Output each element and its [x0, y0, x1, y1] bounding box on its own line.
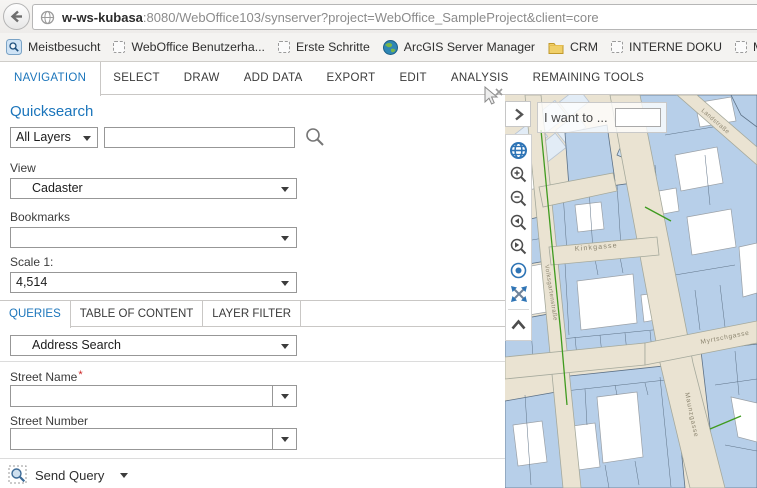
ribbon-tab-draw[interactable]: DRAW: [172, 62, 232, 95]
i-want-to-label: I want to ...: [544, 110, 608, 125]
divider: [508, 309, 529, 310]
ribbon-tabbar: NAVIGATION SELECT DRAW ADD DATA EXPORT E…: [0, 62, 757, 95]
mouse-cursor: [483, 86, 505, 108]
full-extent-icon: [509, 284, 529, 304]
url-path: :8080/WebOffice103/synserver?project=Web…: [143, 10, 599, 25]
previous-extent-button[interactable]: [506, 210, 531, 234]
placeholder-favicon: [611, 41, 623, 53]
panel-tab-queries[interactable]: QUERIES: [0, 301, 71, 328]
send-query-icon: [8, 465, 28, 485]
navigation-panel: Quicksearch All Layers View Cadaster Boo…: [0, 95, 505, 488]
chevron-up-icon: [510, 318, 527, 332]
bookmarks-bar: Meistbesucht WebOffice Benutzerha... Ers…: [0, 33, 757, 62]
street-name-combo: [10, 385, 297, 407]
view-label: View: [10, 161, 36, 175]
next-extent-button[interactable]: [506, 234, 531, 258]
bookmark-arcgis-server-manager[interactable]: ArcGIS Server Manager: [383, 40, 535, 55]
zoom-out-button[interactable]: [506, 186, 531, 210]
url-host: w-ws-kubasa: [62, 10, 143, 25]
toolbar-expand-button[interactable]: [506, 313, 531, 337]
overview-button[interactable]: [506, 138, 531, 162]
panel-tab-layer-filter[interactable]: LAYER FILTER: [203, 301, 301, 327]
url-bar[interactable]: w-ws-kubasa:8080/WebOffice103/synserver?…: [32, 4, 757, 30]
full-extent-button[interactable]: [506, 282, 531, 306]
required-asterisk: *: [78, 369, 82, 381]
most-visited-icon: [6, 39, 22, 55]
collapse-panel-button[interactable]: [505, 101, 531, 127]
bookmark-weboffice-help[interactable]: WebOffice Benutzerha...: [113, 40, 265, 54]
divider: [0, 458, 505, 459]
street-name-dropdown-button[interactable]: [272, 386, 296, 406]
zoom-in-icon: [509, 165, 528, 184]
browser-chrome: w-ws-kubasa:8080/WebOffice103/synserver?…: [0, 0, 757, 33]
street-number-label: Street Number: [10, 414, 88, 428]
chevron-down-icon: [281, 437, 289, 442]
arcgis-globe-icon: [383, 40, 398, 55]
bookmark-most-visited[interactable]: Meistbesucht: [6, 39, 100, 55]
quicksearch-layer-select[interactable]: All Layers: [10, 127, 98, 148]
bookmark-mantis[interactable]: Mantis: [735, 40, 757, 54]
ribbon-tab-export[interactable]: EXPORT: [315, 62, 388, 95]
focus-point-button[interactable]: [506, 258, 531, 282]
query-type-select[interactable]: Address Search: [10, 335, 297, 356]
quicksearch-title: Quicksearch: [10, 103, 93, 120]
street-name-label: Street Name*: [10, 369, 83, 384]
scale-label: Scale 1:: [10, 255, 53, 269]
i-want-to-input[interactable]: [615, 108, 661, 127]
map-viewport: Kinkgasse Myrtschgasse Volksgartenstraße…: [505, 95, 757, 488]
chevron-down-icon: [281, 344, 289, 349]
zoom-in-button[interactable]: [506, 162, 531, 186]
chevron-down-icon: [281, 187, 289, 192]
back-arrow-icon: [8, 8, 25, 25]
street-number-input[interactable]: [11, 429, 272, 449]
chevron-right-icon: [511, 107, 526, 122]
i-want-to-panel: I want to ...: [537, 102, 667, 133]
back-button[interactable]: [3, 3, 30, 30]
view-select[interactable]: Cadaster: [10, 178, 297, 199]
panel-tab-table-of-content[interactable]: TABLE OF CONTENT: [71, 301, 204, 327]
previous-extent-icon: [509, 213, 528, 232]
bookmark-erste-schritte[interactable]: Erste Schritte: [278, 40, 370, 54]
divider: [0, 361, 505, 362]
chevron-down-icon: [120, 473, 128, 478]
bookmark-interne-doku[interactable]: INTERNE DOKU: [611, 40, 722, 54]
map-toolbar: [505, 134, 532, 341]
ribbon-tab-navigation[interactable]: NAVIGATION: [0, 62, 101, 96]
send-query-button[interactable]: Send Query: [8, 464, 128, 486]
scale-select[interactable]: 4,514: [10, 272, 297, 293]
bookmarks-select[interactable]: [10, 227, 297, 248]
ribbon-tab-select[interactable]: SELECT: [101, 62, 172, 95]
page-globe-favicon: [40, 10, 55, 25]
street-number-combo: [10, 428, 297, 450]
panel-tabbar: QUERIES TABLE OF CONTENT LAYER FILTER: [0, 300, 505, 327]
globe-icon: [509, 141, 528, 160]
chevron-down-icon: [281, 236, 289, 241]
ribbon-tab-remaining-tools[interactable]: REMAINING TOOLS: [521, 62, 656, 95]
bookmarks-label: Bookmarks: [10, 210, 70, 224]
folder-icon: [548, 41, 564, 54]
next-extent-icon: [509, 237, 528, 256]
chevron-down-icon: [281, 281, 289, 286]
ribbon-tab-analysis[interactable]: ANALYSIS: [439, 62, 521, 95]
quicksearch-search-icon[interactable]: [303, 125, 327, 149]
placeholder-favicon: [278, 41, 290, 53]
map-canvas[interactable]: Kinkgasse Myrtschgasse Volksgartenstraße…: [505, 95, 757, 488]
placeholder-favicon: [735, 41, 747, 53]
ribbon-tab-edit[interactable]: EDIT: [387, 62, 438, 95]
ribbon-tab-add-data[interactable]: ADD DATA: [232, 62, 315, 95]
street-number-dropdown-button[interactable]: [272, 429, 296, 449]
placeholder-favicon: [113, 41, 125, 53]
zoom-out-icon: [509, 189, 528, 208]
bookmark-crm[interactable]: CRM: [548, 40, 598, 54]
quicksearch-input[interactable]: [104, 127, 295, 148]
chevron-down-icon: [83, 136, 91, 141]
chevron-down-icon: [281, 394, 289, 399]
focus-point-icon: [509, 261, 528, 280]
street-name-input[interactable]: [11, 386, 272, 406]
weboffice-app: w-ws-kubasa:8080/WebOffice103/synserver?…: [0, 0, 757, 488]
